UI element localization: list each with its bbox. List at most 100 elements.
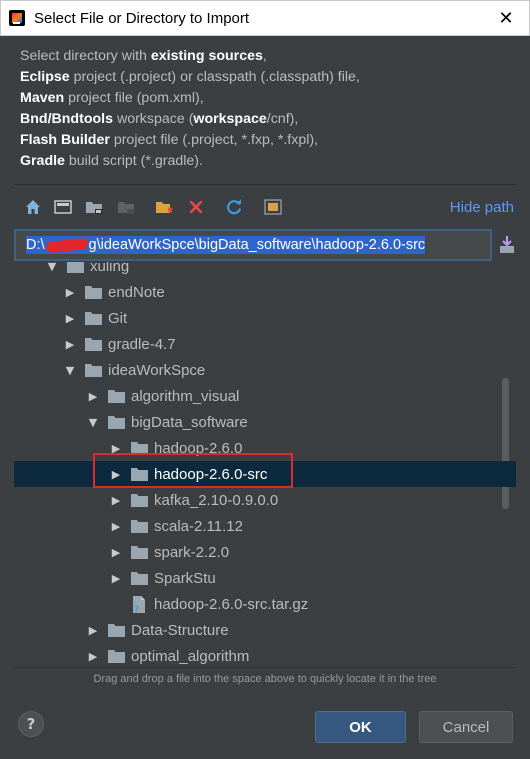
home-icon[interactable]	[23, 197, 43, 217]
refresh-icon[interactable]	[224, 197, 244, 217]
path-row: D:\ g\ideaWorkSpce\bigData_software\hadoo…	[14, 229, 516, 261]
tree-row-label: optimal_algorithm	[131, 647, 250, 665]
description-keyword: Gradle	[20, 153, 65, 169]
description-keyword: workspace	[193, 111, 267, 127]
tree-row[interactable]: ▶ optimal_algorithm	[14, 643, 516, 667]
tree-row[interactable]: ▶ Git	[14, 305, 516, 331]
tree-row[interactable]: ▼ xuling	[14, 262, 516, 279]
description-text: Select directory with	[20, 48, 151, 64]
path-history-icon[interactable]	[498, 235, 516, 255]
tree-row-label: spark-2.2.0	[154, 543, 230, 561]
title-bar: Select File or Directory to Import ✕	[0, 0, 530, 36]
description-text: project file (pom.xml),	[64, 90, 204, 106]
intellij-logo-icon	[9, 10, 25, 26]
description-line: Flash Builder project file (.project, *.…	[20, 130, 510, 151]
tree-row-label: algorithm_visual	[131, 387, 240, 405]
description-text: ,	[262, 48, 267, 64]
tree-row-label: SparkStu	[154, 569, 216, 587]
collapsed-arrow-icon[interactable]: ▶	[64, 338, 76, 351]
folder-icon	[131, 519, 148, 533]
folder-icon	[131, 467, 148, 481]
close-icon[interactable]: ✕	[483, 1, 529, 35]
description-keyword: Bnd/Bndtools	[20, 111, 113, 127]
tree-row-label: hadoop-2.6.0-src.tar.gz	[154, 595, 309, 613]
description-line: Maven project file (pom.xml),	[20, 88, 510, 109]
path-prefix: D:\	[26, 237, 45, 253]
directory-tree[interactable]: ▼ xuling ▶ endNote ▶ Git ▶ gradle-4.7 ▼ ideaWorkS…	[14, 262, 516, 668]
collapsed-arrow-icon[interactable]: ▶	[87, 390, 99, 403]
tree-row-label: hadoop-2.6.0-src	[154, 465, 268, 483]
project-icon[interactable]	[84, 197, 104, 217]
tree-row[interactable]: ▶ spark-2.2.0	[14, 539, 516, 565]
folder-icon	[131, 441, 148, 455]
collapsed-arrow-icon[interactable]: ▶	[110, 572, 122, 585]
tree-row[interactable]: ▶ gradle-4.7	[14, 331, 516, 357]
tree-row-label: Data-Structure	[131, 621, 229, 639]
description-line: Eclipse project (.project) or classpath …	[20, 67, 510, 88]
description-text: /cnf),	[266, 111, 299, 127]
window-title: Select File or Directory to Import	[34, 9, 250, 27]
import-description: Select directory with existing sources, E…	[20, 46, 510, 172]
folder-icon	[67, 262, 84, 273]
folder-icon	[85, 337, 102, 351]
expanded-arrow-icon[interactable]: ▼	[64, 364, 76, 377]
tree-row[interactable]: ▼ bigData_software	[14, 409, 516, 435]
tree-row[interactable]: ▶ algorithm_visual	[14, 383, 516, 409]
delete-icon[interactable]	[186, 197, 206, 217]
description-keyword: Flash Builder	[20, 132, 110, 148]
collapsed-arrow-icon[interactable]: ▶	[87, 650, 99, 663]
tree-row-label: bigData_software	[131, 413, 248, 431]
tree-row[interactable]: ▶ hadoop-2.6.0	[14, 435, 516, 461]
help-button[interactable]: ?	[18, 711, 44, 737]
desktop-icon[interactable]	[53, 197, 73, 217]
new-folder-icon[interactable]	[154, 197, 174, 217]
folder-icon	[131, 571, 148, 585]
expanded-arrow-icon[interactable]: ▼	[46, 262, 58, 273]
show-hidden-icon[interactable]	[263, 197, 283, 217]
collapsed-arrow-icon[interactable]: ▶	[110, 546, 122, 559]
drag-drop-hint: Drag and drop a file into the space abov…	[93, 673, 437, 685]
ok-button[interactable]: OK	[315, 711, 406, 743]
description-keyword: existing sources	[150, 48, 263, 64]
folder-icon	[131, 493, 148, 507]
collapsed-arrow-icon[interactable]: ▶	[110, 520, 122, 533]
collapsed-arrow-icon[interactable]: ▶	[110, 442, 122, 455]
path-input[interactable]: D:\ g\ideaWorkSpce\bigData_software\hadoo…	[14, 229, 492, 261]
collapsed-arrow-icon[interactable]: ▶	[110, 494, 122, 507]
expanded-arrow-icon[interactable]: ▼	[87, 416, 99, 429]
tree-row[interactable]: ▼ ideaWorkSpce	[14, 357, 516, 383]
collapsed-arrow-icon[interactable]: ▶	[87, 624, 99, 637]
folder-icon	[85, 285, 102, 299]
folder-icon	[131, 545, 148, 559]
tree-row-label: hadoop-2.6.0	[154, 439, 243, 457]
collapsed-arrow-icon[interactable]: ▶	[64, 286, 76, 299]
collapsed-arrow-icon[interactable]: ▶	[110, 468, 122, 481]
tree-row[interactable]: ? hadoop-2.6.0-src.tar.gz	[14, 591, 516, 617]
tree-row[interactable]: ▶ hadoop-2.6.0-src	[14, 461, 516, 487]
description-text: workspace (	[113, 111, 194, 127]
tree-row[interactable]: ▶ endNote	[14, 279, 516, 305]
path-suffix: g\ideaWorkSpce\bigData_software\hadoop-2…	[88, 237, 426, 253]
folder-icon	[108, 415, 125, 429]
file-chooser-toolbar: Hide path	[14, 184, 516, 230]
module-icon[interactable]	[116, 197, 136, 217]
tree-row[interactable]: ▶ SparkStu	[14, 565, 516, 591]
description-text: project file (.project, *.fxp, *.fxpl),	[109, 132, 319, 148]
tree-row[interactable]: ▶ Data-Structure	[14, 617, 516, 643]
folder-icon	[108, 649, 125, 663]
description-line: Gradle build script (*.gradle).	[20, 151, 510, 172]
tree-row[interactable]: ▶ scala-2.11.12	[14, 513, 516, 539]
hide-path-link[interactable]: Hide path	[450, 199, 514, 216]
description-keyword: Maven	[20, 90, 65, 106]
tree-row-label: ideaWorkSpce	[108, 361, 206, 379]
path-text: D:\ g\ideaWorkSpce\bigData_software\hadoo…	[26, 236, 426, 254]
tree-row[interactable]: ▶ kafka_2.10-0.9.0.0	[14, 487, 516, 513]
archive-file-icon: ?	[131, 595, 148, 613]
tree-row-label: Git	[108, 309, 128, 327]
collapsed-arrow-icon[interactable]: ▶	[64, 312, 76, 325]
cancel-button[interactable]: Cancel	[419, 711, 513, 743]
svg-text:?: ?	[134, 605, 139, 613]
folder-icon	[108, 623, 125, 637]
description-text: build script (*.gradle).	[64, 153, 203, 169]
description-text: project (.project) or classpath (.classp…	[69, 69, 360, 85]
